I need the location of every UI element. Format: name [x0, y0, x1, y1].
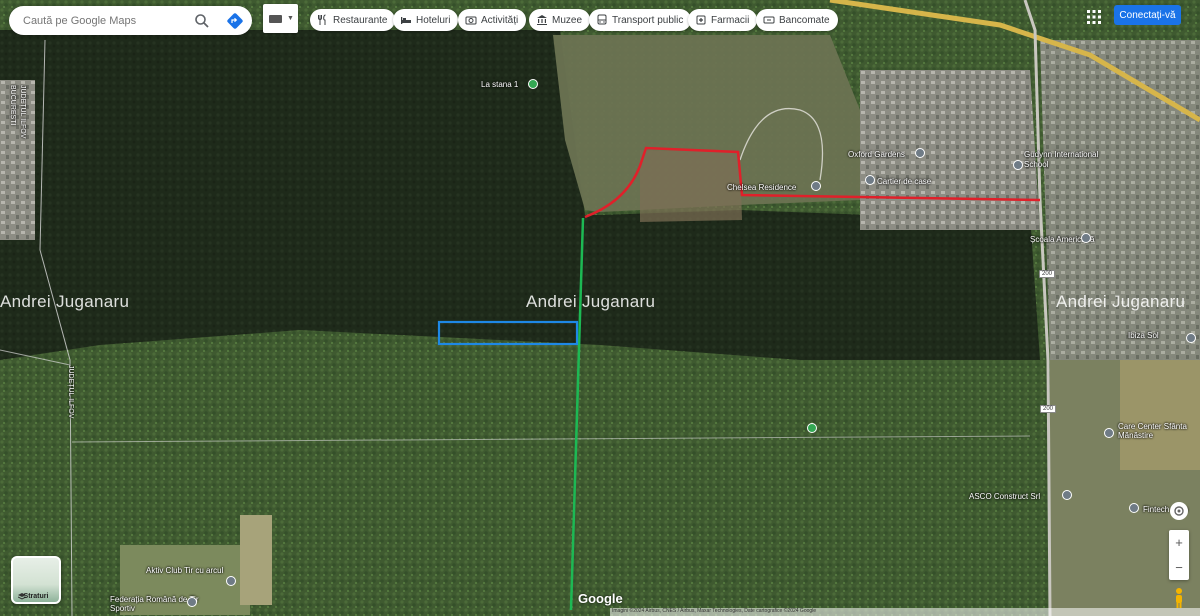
keyboard-toggle-button[interactable]: ▼ [263, 4, 298, 33]
google-logo: Google [578, 591, 623, 606]
museum-icon [536, 14, 548, 26]
label-aktiv-club[interactable]: Aktiv Club Tir cu arcul [146, 566, 223, 575]
chip-activitati[interactable]: Activități [458, 9, 527, 31]
label-judetul-ilfov-bottom: JUDEȚUL ILFOV [67, 365, 74, 419]
atm-icon [763, 14, 775, 26]
search-input[interactable] [23, 14, 183, 27]
chip-label: Hoteluri [416, 14, 451, 26]
label-asco[interactable]: ASCO Construct Srl [969, 492, 1040, 501]
pin-federatia-icon[interactable] [187, 597, 197, 607]
pegman-icon[interactable] [1172, 587, 1186, 609]
layers-label: Straturi [23, 593, 49, 600]
zoom-in-icon[interactable]: + [1175, 535, 1183, 550]
road-badge-a: 200 [1039, 270, 1056, 278]
chip-restaurante[interactable]: Restaurante [310, 9, 396, 31]
pin-scoala-icon[interactable] [1081, 233, 1091, 243]
my-location-button[interactable] [1170, 502, 1188, 520]
watermark-text-center: Andrei Juganaru [526, 292, 656, 311]
chip-farmacii[interactable]: Farmacii [688, 9, 758, 31]
chip-label: Bancomate [779, 14, 830, 26]
my-location-icon [1174, 506, 1184, 516]
satellite-map[interactable]: Andrei Juganaru Andrei Juganaru Andrei J… [0, 0, 1200, 616]
apps-grid-icon[interactable] [1086, 9, 1102, 25]
pin-park-icon[interactable] [807, 423, 817, 433]
pin-asco-icon[interactable] [1062, 490, 1072, 500]
pin-care-center-icon[interactable] [1104, 428, 1114, 438]
map-attribution: Imagini ©2024 Airbus, CNES / Airbus, Max… [610, 608, 1200, 616]
pharmacy-icon [695, 14, 707, 26]
pin-chelsea-icon[interactable] [811, 181, 821, 191]
chip-label: Farmacii [711, 14, 750, 26]
camera-icon [465, 14, 477, 26]
fork-knife-icon [317, 14, 329, 26]
chip-hoteluri[interactable]: Hoteluri [393, 9, 459, 31]
label-federatia[interactable]: Federația Română de Tir Sportiv [110, 595, 220, 613]
bus-icon [596, 14, 608, 26]
label-oxford-gardens[interactable]: Oxford Gardens [848, 150, 905, 159]
search-icon[interactable] [194, 13, 210, 29]
pin-aktiv-icon[interactable] [226, 576, 236, 586]
label-bucuresti: BUCUREȘTI [9, 85, 16, 126]
label-la-stana[interactable]: La stana 1 [481, 80, 518, 89]
chip-muzee[interactable]: Muzee [529, 9, 591, 31]
road-badge-b: 200 [1040, 405, 1057, 413]
label-cartier[interactable]: Cartier de case [877, 177, 931, 186]
chip-transport-public[interactable]: Transport public [589, 9, 692, 31]
chip-label: Activități [481, 14, 519, 26]
chip-label: Restaurante [333, 14, 388, 26]
label-chelsea-residence[interactable]: Chelsea Residence [727, 183, 796, 192]
keyboard-icon [269, 14, 282, 23]
chevron-down-icon: ▼ [287, 15, 294, 22]
search-box[interactable] [9, 6, 252, 35]
layers-button[interactable]: Straturi [11, 556, 61, 604]
watermark-text-right: Andrei Juganaru [1056, 292, 1186, 311]
watermark-text-left: Andrei Juganaru [0, 292, 130, 311]
pin-ibiza-icon[interactable] [1186, 333, 1196, 343]
signin-button[interactable]: Conectați-vă [1114, 5, 1181, 25]
pin-la-stana-icon[interactable] [528, 79, 538, 89]
pin-oxford-icon[interactable] [915, 148, 925, 158]
label-ibiza-sol[interactable]: Ibiza Sol [1128, 331, 1159, 340]
zoom-control: + − [1169, 530, 1189, 580]
bed-icon [400, 14, 412, 26]
zoom-out-icon[interactable]: − [1175, 560, 1183, 575]
chip-bancomate[interactable]: Bancomate [756, 9, 838, 31]
pin-fintech-icon[interactable] [1129, 503, 1139, 513]
label-gudynn-school[interactable]: Gudynn International School [1024, 150, 1114, 170]
pin-gudynn-icon[interactable] [1013, 160, 1023, 170]
chip-label: Transport public [612, 14, 684, 26]
directions-icon[interactable] [226, 12, 244, 30]
label-care-center[interactable]: Care Center Sfânta Mănăstire [1118, 422, 1200, 440]
pin-cartier-icon[interactable] [865, 175, 875, 185]
chip-label: Muzee [552, 14, 583, 26]
label-judetul-ilfov-top: JUDEȚUL ILFOV [19, 85, 26, 139]
